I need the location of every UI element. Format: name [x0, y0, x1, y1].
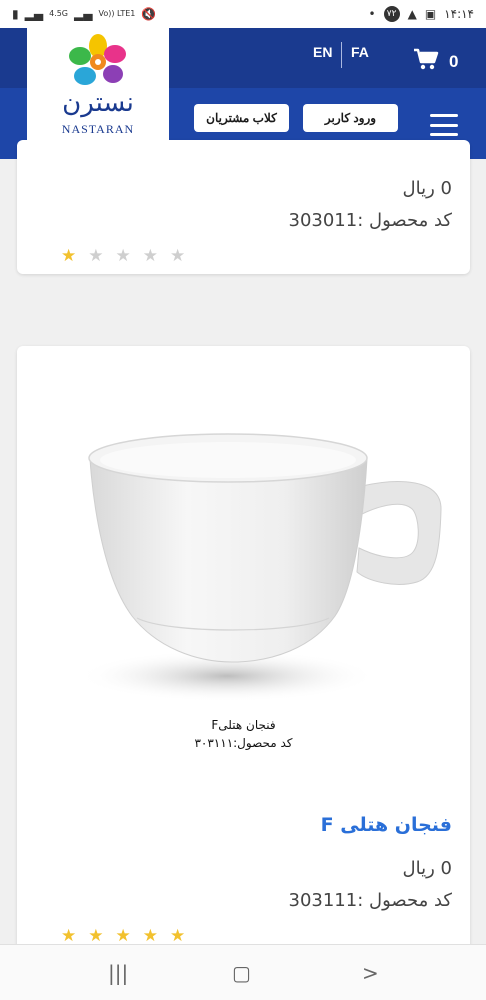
status-bar: ▮ ▂▄ 4.5G ▂▄ Vo)) LTE1 🔇 • ۷۲ ▲ ▣ ۱۴:۱۴ [0, 0, 486, 28]
star-icon[interactable]: ★ [88, 246, 103, 266]
badge-icon: ۷۲ [383, 6, 400, 22]
volte-label: Vo)) LTE1 [98, 9, 136, 18]
star-icon[interactable]: ★ [61, 926, 76, 946]
lang-divider [341, 42, 342, 68]
product-image[interactable] [17, 386, 470, 766]
star-icon[interactable]: ★ [170, 926, 185, 946]
star-icon[interactable]: ★ [143, 926, 158, 946]
login-button[interactable]: ورود کاربر [303, 104, 398, 132]
flower-logo-icon [69, 34, 126, 85]
image-caption-code: کد محصول:۳۰۳۱۱۱ [194, 736, 293, 750]
system-nav-bar: ||| ▢ > [0, 944, 486, 1000]
star-icon[interactable]: ★ [116, 246, 131, 266]
warning-icon: ▲ [407, 7, 417, 21]
image-icon: ▣ [424, 7, 437, 21]
lang-en-link[interactable]: EN [313, 44, 332, 60]
back-icon[interactable]: > [362, 961, 379, 985]
menu-icon[interactable] [430, 114, 458, 136]
mute-icon: 🔇 [141, 7, 157, 21]
logo-name-fa: نسترن [62, 88, 134, 118]
logo-name-en: NASTARAN [61, 122, 135, 136]
logo[interactable]: نسترن NASTARAN [27, 28, 169, 188]
product-code: کد محصول :303011 [288, 210, 453, 231]
product-price: 0 ریال [402, 858, 452, 879]
customer-club-button[interactable]: کلاب مشتریان [194, 104, 289, 132]
cup-illustration [77, 433, 442, 702]
star-icon[interactable]: ★ [143, 246, 158, 266]
cart-count: 0 [449, 52, 459, 71]
star-icon[interactable]: ★ [61, 246, 76, 266]
signal-icon: ▂▄ [24, 7, 44, 21]
product-price: 0 ریال [402, 178, 452, 199]
recent-apps-icon[interactable]: ||| [108, 961, 128, 985]
signal-icon: ▂▄ [74, 7, 93, 21]
lang-fa-link[interactable]: FA [351, 44, 369, 60]
product-card[interactable]: فنجان هتلیF کد محصول:۳۰۳۱۱۱ فنجان هتلی F… [17, 346, 470, 956]
product-rating[interactable]: ★ ★ ★ ★ ★ [61, 246, 185, 266]
battery-icon: ▮ [12, 7, 19, 21]
product-title-link[interactable]: فنجان هتلی F [321, 814, 452, 836]
star-icon[interactable]: ★ [170, 246, 185, 266]
product-rating[interactable]: ★ ★ ★ ★ ★ [61, 926, 185, 946]
status-time: ۱۴:۱۴ [444, 7, 474, 21]
image-caption-title: فنجان هتلیF [211, 718, 276, 732]
product-code: کد محصول :303111 [288, 890, 453, 911]
cart-button[interactable]: 0 [413, 46, 458, 72]
cart-icon [414, 48, 439, 70]
star-icon[interactable]: ★ [116, 926, 131, 946]
image-caption: فنجان هتلیF کد محصول:۳۰۳۱۱۱ [17, 716, 470, 752]
star-icon[interactable]: ★ [88, 926, 103, 946]
home-icon[interactable]: ▢ [232, 961, 251, 985]
notification-dot-icon: • [368, 7, 376, 21]
network-label: 4.5G [49, 9, 68, 18]
